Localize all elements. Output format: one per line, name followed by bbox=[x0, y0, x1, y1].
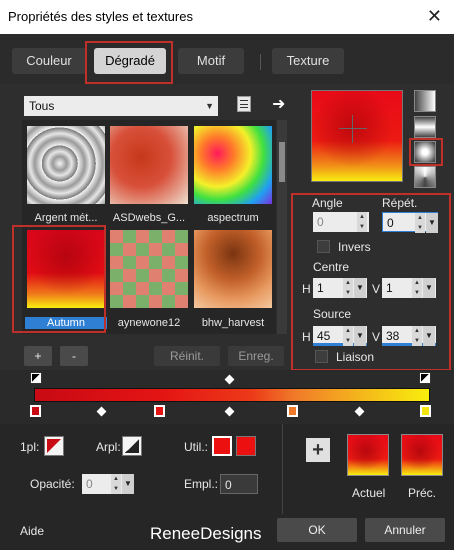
link-label: Liaison bbox=[336, 350, 375, 364]
source-h-input[interactable]: 45 ▲ ▼ ▼ bbox=[313, 326, 367, 346]
current-label: Actuel bbox=[352, 486, 386, 500]
position-label: Empl.: bbox=[184, 477, 219, 491]
link-checkbox[interactable] bbox=[315, 350, 328, 363]
thumb-aspectrum[interactable] bbox=[194, 126, 272, 204]
radial-style-icon[interactable] bbox=[414, 141, 436, 163]
spin-arrows-icon[interactable]: ▲ ▼ bbox=[111, 474, 121, 494]
thumb-label-selected: Autumn bbox=[25, 317, 107, 329]
title-bar: Propriétés des styles et textures ✕ bbox=[0, 0, 454, 34]
source-label: Source bbox=[313, 307, 352, 321]
repeat-label: Répét. bbox=[382, 196, 418, 210]
thumb-label: Argent mét... bbox=[34, 212, 98, 224]
color-stop[interactable] bbox=[287, 405, 298, 417]
gradient-bar[interactable] bbox=[34, 388, 430, 402]
source-v-input[interactable]: 38 ▲ ▼ ▼ bbox=[382, 326, 436, 346]
source-h-label: H bbox=[302, 330, 311, 344]
center-v-label: V bbox=[372, 282, 381, 296]
tab-motif[interactable]: Motif bbox=[178, 48, 244, 74]
tab-texture[interactable]: Texture bbox=[272, 48, 344, 74]
add-icon[interactable]: + bbox=[306, 438, 330, 462]
opacity-stop-left[interactable] bbox=[30, 372, 42, 384]
thumb-bhw-harvest[interactable] bbox=[194, 230, 272, 308]
linear-style-icon[interactable] bbox=[414, 90, 436, 112]
invert-checkbox[interactable] bbox=[317, 240, 330, 253]
color-stop[interactable] bbox=[30, 405, 41, 417]
chevron-down-icon[interactable]: ▼ bbox=[426, 213, 438, 233]
color-stop[interactable] bbox=[154, 405, 165, 417]
arrow-right-icon[interactable]: ➜ bbox=[272, 94, 285, 114]
tab-divider bbox=[260, 54, 261, 70]
thumb-label: aspectrum bbox=[207, 212, 259, 224]
background-swatch[interactable] bbox=[122, 436, 142, 456]
category-select[interactable]: Tous ▼ bbox=[24, 96, 218, 116]
chevron-down-icon: ▼ bbox=[205, 101, 214, 111]
repeat-input[interactable]: 0 ▲ ▼ ▼ bbox=[382, 212, 438, 233]
center-h-input[interactable]: 1 ▲ ▼ ▼ bbox=[313, 278, 367, 298]
center-h-label: H bbox=[302, 282, 311, 296]
scrollbar-thumb[interactable] bbox=[279, 142, 285, 182]
opacity-stop-right[interactable] bbox=[419, 372, 431, 384]
close-icon[interactable]: ✕ bbox=[427, 6, 442, 27]
list-view-icon[interactable] bbox=[237, 96, 251, 112]
thumb-argent[interactable] bbox=[27, 126, 105, 204]
previous-label: Préc. bbox=[408, 486, 437, 500]
spin-arrows-icon[interactable]: ▲ ▼ bbox=[412, 326, 422, 346]
chevron-down-icon[interactable]: ▼ bbox=[354, 278, 366, 298]
thumb-label: bhw_harvest bbox=[201, 317, 265, 329]
angle-input[interactable]: 0 ▲ ▼ bbox=[313, 212, 369, 232]
opacity-input[interactable]: 0 ▲ ▼ ▼ bbox=[82, 474, 134, 494]
thumb-autumn[interactable] bbox=[27, 230, 105, 308]
thumb-label: ASDwebs_G... bbox=[112, 212, 186, 224]
save-button[interactable]: Enreg. bbox=[228, 346, 284, 366]
first-plan-label: 1pl: bbox=[20, 440, 40, 454]
angle-label: Angle bbox=[312, 196, 343, 210]
tab-couleur[interactable]: Couleur bbox=[12, 48, 86, 74]
spin-arrows-icon[interactable]: ▲ ▼ bbox=[357, 212, 367, 232]
help-link[interactable]: Aide bbox=[20, 524, 44, 538]
previous-preview[interactable] bbox=[401, 434, 443, 476]
tab-bar: Couleur Dégradé Motif Texture bbox=[0, 34, 454, 84]
thumb-label: aynewone12 bbox=[117, 317, 181, 329]
section-divider bbox=[282, 424, 283, 514]
current-preview bbox=[347, 434, 389, 476]
thumb-asdwebs[interactable] bbox=[110, 126, 188, 204]
window-title: Propriétés des styles et textures bbox=[8, 9, 193, 24]
invert-label: Invers bbox=[338, 240, 371, 254]
spin-arrows-icon[interactable]: ▲ ▼ bbox=[412, 278, 422, 298]
background-label: Arpl: bbox=[96, 440, 121, 454]
chevron-down-icon[interactable]: ▼ bbox=[423, 326, 435, 346]
foreground-swatch[interactable] bbox=[44, 436, 64, 456]
rectangular-style-icon[interactable] bbox=[414, 116, 436, 138]
thumb-aynewone12[interactable] bbox=[110, 230, 188, 308]
spin-arrows-icon[interactable]: ▲ ▼ bbox=[343, 326, 353, 346]
ok-button[interactable]: OK bbox=[277, 518, 357, 542]
chevron-down-icon[interactable]: ▼ bbox=[423, 278, 435, 298]
list-scrollbar[interactable] bbox=[277, 120, 287, 334]
watermark: ReneeDesigns bbox=[150, 524, 262, 543]
spin-arrows-icon[interactable]: ▲ ▼ bbox=[343, 278, 353, 298]
reset-button[interactable]: Réinit. bbox=[154, 346, 220, 366]
chevron-down-icon[interactable]: ▼ bbox=[354, 326, 366, 346]
user-color-swatch-alt[interactable] bbox=[236, 436, 256, 456]
source-v-label: V bbox=[372, 330, 381, 344]
category-value: Tous bbox=[29, 99, 55, 113]
gradient-preview[interactable] bbox=[311, 90, 403, 182]
center-label: Centre bbox=[313, 260, 350, 274]
color-stop[interactable] bbox=[420, 405, 431, 417]
cancel-button[interactable]: Annuler bbox=[365, 518, 445, 542]
tab-degrade[interactable]: Dégradé bbox=[94, 48, 166, 74]
remove-gradient-button[interactable]: - bbox=[60, 346, 88, 366]
user-color-swatch[interactable] bbox=[212, 436, 232, 456]
spin-arrows-icon[interactable]: ▲ ▼ bbox=[415, 213, 425, 233]
chevron-down-icon[interactable]: ▼ bbox=[122, 474, 134, 494]
center-v-input[interactable]: 1 ▲ ▼ ▼ bbox=[382, 278, 436, 298]
user-label: Util.: bbox=[184, 440, 208, 454]
sunburst-style-icon[interactable] bbox=[414, 166, 436, 188]
crosshair-icon bbox=[352, 115, 353, 143]
opacity-label: Opacité: bbox=[30, 477, 75, 491]
position-input[interactable]: 0 bbox=[220, 474, 258, 494]
add-gradient-button[interactable]: + bbox=[24, 346, 52, 366]
